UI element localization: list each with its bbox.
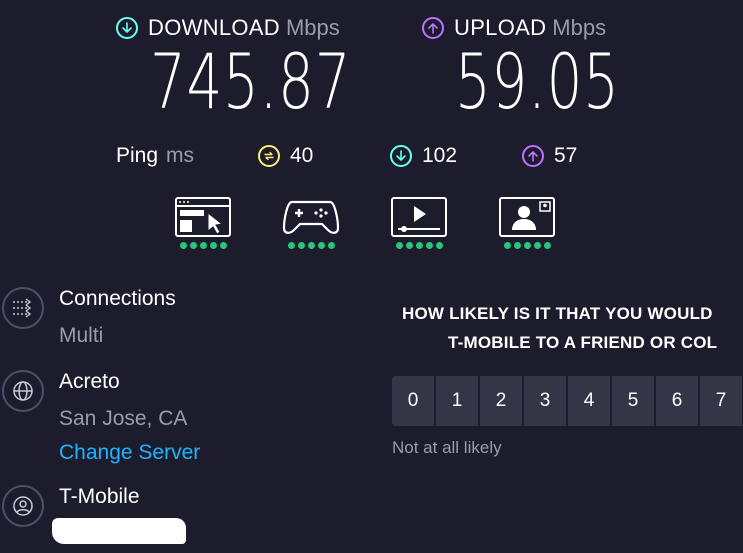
rating-dot [395,242,403,249]
ping-idle-value: 40 [290,144,314,167]
ping-label-group: Ping ms [116,142,194,170]
connections-value: Multi [59,324,104,347]
rating-dot [219,242,227,249]
rating-dots [496,242,558,249]
web-browsing-icon [175,197,231,237]
experience-video-streaming[interactable] [388,196,450,249]
video-chat-icon [499,197,555,237]
rating-option-4[interactable]: 4 [568,376,610,426]
rating-dots [280,242,342,249]
ping-idle[interactable]: 40 [258,142,313,170]
rating-dots [172,242,234,249]
connections-icon [2,287,44,329]
survey-question-line-1: HOW LIKELY IS IT THAT YOU WOULD [402,304,713,323]
rating-option-1[interactable]: 1 [436,376,478,426]
rating-dot [533,242,541,249]
survey-low-label: Not at all likely [392,438,502,457]
server-name: Acreto [59,370,120,393]
rating-dot [503,242,511,249]
rating-option-5[interactable]: 5 [612,376,654,426]
user-icon [2,485,44,527]
ping-download[interactable]: 102 [390,142,457,170]
rating-dot [287,242,295,249]
rating-option-2[interactable]: 2 [480,376,522,426]
gaming-icon [282,200,340,234]
connections-title: Connections [59,287,176,310]
server-location: San Jose, CA [59,407,188,430]
rating-dot [435,242,443,249]
speedtest-results-page: DOWNLOAD Mbps 745.87 UPLOAD Mbps 59.05 P… [0,0,743,553]
rating-dot [327,242,335,249]
rating-option-3[interactable]: 3 [524,376,566,426]
rating-dot [179,242,187,249]
change-server-link[interactable]: Change Server [59,441,200,465]
ping-download-value: 102 [422,144,458,167]
rating-dots [388,242,450,249]
survey-rating-scale: 0 1 2 3 4 5 6 7 [392,376,742,426]
globe-icon [2,370,44,412]
ping-upload[interactable]: 57 [522,142,577,170]
rating-option-6[interactable]: 6 [656,376,698,426]
rating-dot [543,242,551,249]
download-speed-value: 745.87 [150,37,352,126]
experience-video-chat[interactable] [496,196,558,249]
rating-dot [523,242,531,249]
ping-unit: ms [166,144,195,167]
rating-dot [513,242,521,249]
rating-dot [415,242,423,249]
experience-gaming[interactable] [280,196,342,249]
arrow-up-circle-icon [522,145,544,167]
rating-dot [297,242,305,249]
provider-name: T-Mobile [59,485,140,508]
rating-dot [317,242,325,249]
redacted-ip-address [52,518,186,544]
ping-upload-value: 57 [554,144,578,167]
arrow-up-circle-icon [422,17,444,39]
experience-web-browsing[interactable] [172,196,234,249]
rating-dot [189,242,197,249]
arrow-down-circle-icon [390,145,412,167]
rating-dot [307,242,315,249]
video-streaming-icon [391,197,447,237]
upload-speed-value: 59.05 [455,37,620,126]
rating-dot [209,242,217,249]
rating-dot [425,242,433,249]
rating-dot [199,242,207,249]
survey-question-line-2: T-MOBILE TO A FRIEND OR COL [448,333,718,352]
rating-dot [405,242,413,249]
arrow-down-circle-icon [116,17,138,39]
rating-option-7[interactable]: 7 [700,376,742,426]
rating-option-0[interactable]: 0 [392,376,434,426]
ping-label: Ping [116,144,159,167]
ping-idle-icon [258,145,280,167]
